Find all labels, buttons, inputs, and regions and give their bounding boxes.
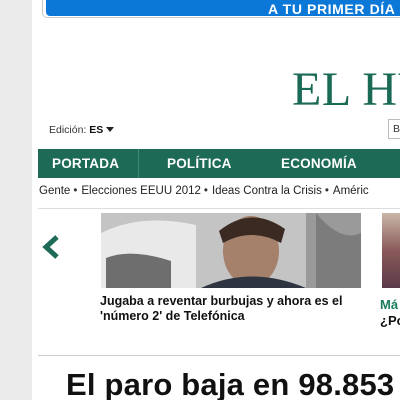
tag-link[interactable]: Elecciones EEUU 2012 <box>81 185 201 197</box>
promo-banner: A TU PRIMER DÍA DE <box>42 0 400 18</box>
nav-item-economia[interactable]: ECONOMÍA <box>281 149 357 178</box>
edition-value: ES <box>89 124 104 136</box>
search-placeholder: B <box>393 123 400 135</box>
chevron-left-icon[interactable] <box>38 234 64 260</box>
tag-link[interactable]: Améric <box>333 185 369 197</box>
edition-selector[interactable]: Edición: ES <box>49 124 115 136</box>
nav-item-portada[interactable]: PORTADA <box>52 149 119 178</box>
story-title[interactable]: Jugaba a reventar burbujas y ahora es el… <box>100 294 370 324</box>
story-image[interactable] <box>101 213 361 288</box>
tag-separator: • <box>73 185 78 197</box>
tag-link[interactable]: Ideas Contra la Crisis <box>212 185 322 197</box>
tag-separator: • <box>324 185 329 197</box>
main-nav: PORTADA POLÍTICA ECONOMÍA <box>38 149 400 178</box>
trending-tags: Gente • Elecciones EEUU 2012 • Ideas Contra … <box>39 185 369 201</box>
promo-button-label: A TU PRIMER DÍA DE <box>268 1 400 17</box>
main-headline[interactable]: El paro baja en 98.853 <box>66 367 394 400</box>
side-story-section[interactable]: Má <box>380 297 398 312</box>
edition-label: Edición: <box>49 124 87 136</box>
side-story-title[interactable]: ¿Po <box>380 313 400 328</box>
tag-separator: • <box>203 185 208 197</box>
promo-button[interactable]: A TU PRIMER DÍA DE <box>46 0 400 17</box>
section-divider <box>38 355 400 356</box>
side-story-image[interactable] <box>382 213 400 288</box>
tags-divider <box>38 208 400 209</box>
tag-link[interactable]: Gente <box>39 185 70 197</box>
search-input[interactable]: B <box>388 119 400 139</box>
caret-down-icon <box>106 127 115 132</box>
nav-divider <box>138 149 139 178</box>
site-logo[interactable]: EL HU <box>292 62 400 117</box>
page: A TU PRIMER DÍA DE EL HU Edición: ES B P… <box>32 0 400 400</box>
nav-item-politica[interactable]: POLÍTICA <box>167 149 232 178</box>
